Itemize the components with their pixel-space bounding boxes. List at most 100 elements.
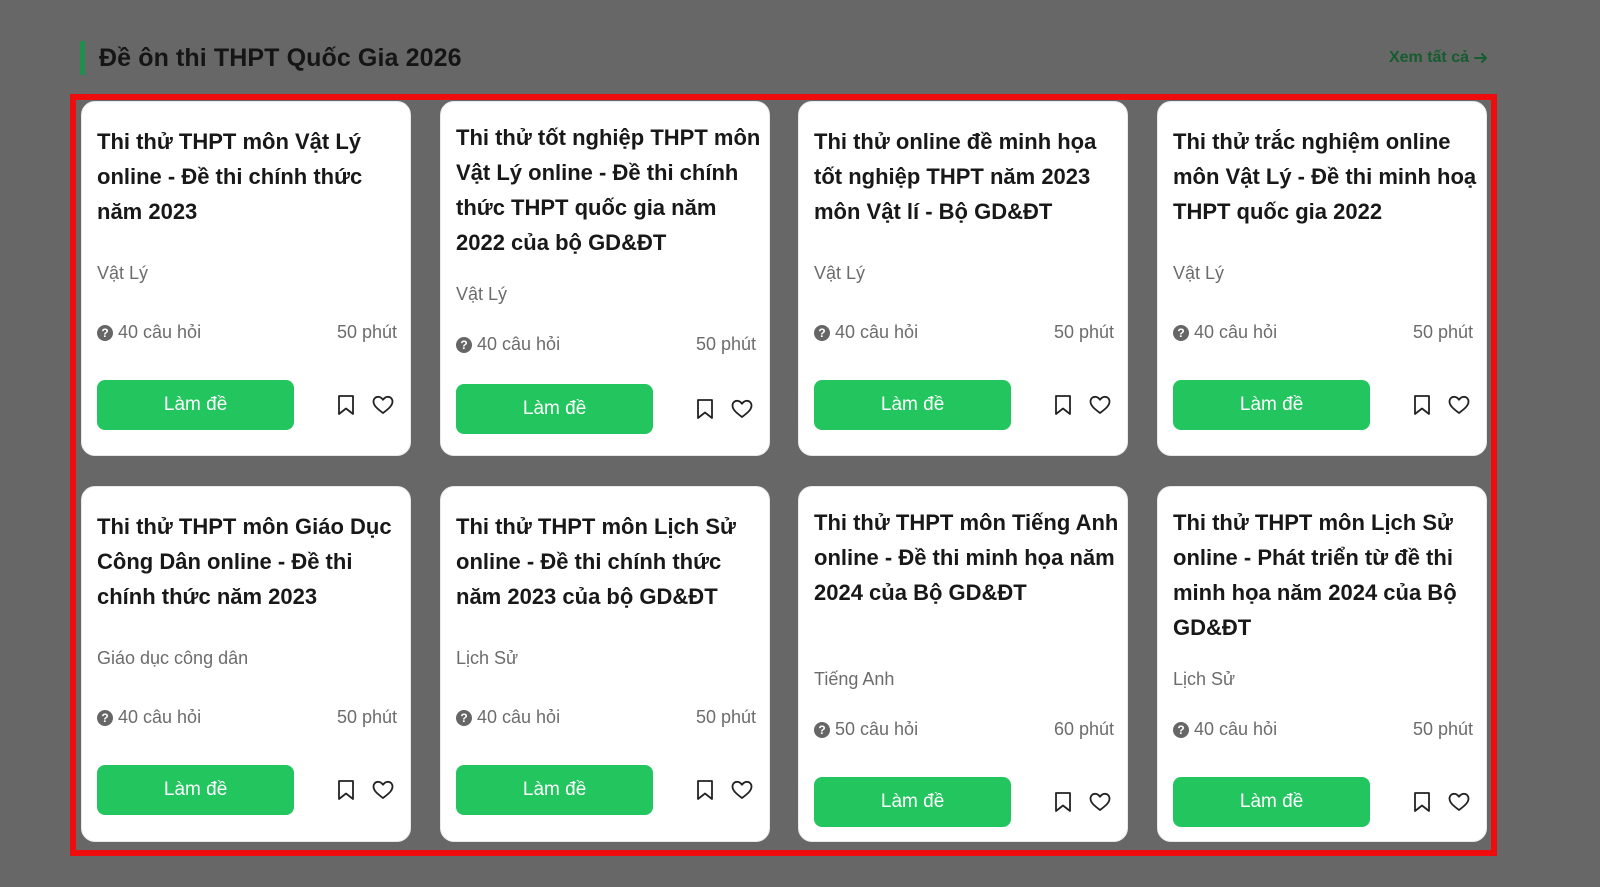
- card-title: Thi thử THPT môn Lịch Sử online - Đề thi…: [456, 514, 736, 609]
- section-title: Đề ôn thi THPT Quốc Gia 2026: [99, 43, 462, 72]
- do-exam-button[interactable]: Làm đề: [1173, 380, 1371, 430]
- question-count: ? 40 câu hỏi: [1173, 322, 1277, 343]
- do-exam-button[interactable]: Làm đề: [814, 380, 1012, 430]
- view-all-link[interactable]: Xem tất cả: [1389, 49, 1488, 67]
- heart-icon[interactable]: [1086, 391, 1114, 419]
- question-count: ? 40 câu hỏi: [456, 334, 560, 355]
- card-actions: Làm đề: [814, 777, 1114, 827]
- duration: 50 phút: [336, 322, 397, 342]
- question-count-text: 40 câu hỏi: [1194, 322, 1278, 342]
- accent-bar: [80, 41, 85, 75]
- card-meta: ? 40 câu hỏi 50 phút: [1173, 322, 1473, 343]
- question-circle-icon: ?: [814, 324, 830, 341]
- view-all-label: Xem tất cả: [1388, 49, 1469, 66]
- question-count-text: 50 câu hỏi: [835, 719, 919, 739]
- duration: 50 phút: [1412, 719, 1473, 739]
- question-circle-icon: ?: [456, 336, 472, 353]
- question-count-text: 40 câu hỏi: [835, 322, 919, 342]
- card-subject: Vật Lý: [456, 284, 508, 304]
- bookmark-icon[interactable]: [332, 391, 360, 419]
- card-meta: ? 40 câu hỏi 50 phút: [97, 707, 397, 728]
- card-actions: Làm đề: [456, 765, 756, 815]
- bookmark-icon[interactable]: [332, 776, 360, 804]
- card-subject: Vật Lý: [97, 263, 149, 283]
- question-circle-icon: ?: [1173, 324, 1189, 341]
- card-title: Thi thử THPT môn Tiếng Anh online - Đề t…: [814, 510, 1119, 605]
- exam-card: Thi thử THPT môn Lịch Sử online - Đề thi…: [440, 486, 770, 842]
- section-header: Đề ôn thi THPT Quốc Gia 2026 Xem tất cả: [80, 38, 1488, 78]
- exam-card: Thi thử THPT môn Giáo Dục Công Dân onlin…: [81, 486, 411, 842]
- exam-card: Thi thử trắc nghiệm online môn Vật Lý - …: [1157, 101, 1487, 456]
- card-subject: Giáo dục công dân: [97, 648, 249, 668]
- card-meta: ? 50 câu hỏi 60 phút: [814, 719, 1114, 740]
- duration: 50 phút: [1053, 322, 1114, 342]
- bookmark-icon[interactable]: [1049, 788, 1077, 816]
- question-circle-icon: ?: [97, 324, 113, 341]
- card-meta: ? 40 câu hỏi 50 phút: [97, 322, 397, 343]
- question-circle-icon: ?: [814, 721, 830, 738]
- exam-card: Thi thử THPT môn Lịch Sử online - Phát t…: [1157, 486, 1487, 842]
- question-count: ? 40 câu hỏi: [97, 322, 201, 343]
- question-count-text: 40 câu hỏi: [118, 707, 202, 727]
- card-title: Thi thử tốt nghiệp THPT môn Vật Lý onlin…: [456, 125, 761, 255]
- do-exam-button[interactable]: Làm đề: [456, 384, 654, 434]
- exam-card: Thi thử tốt nghiệp THPT môn Vật Lý onlin…: [440, 101, 770, 456]
- question-circle-icon: ?: [456, 709, 472, 726]
- card-meta: ? 40 câu hỏi 50 phút: [1173, 719, 1473, 740]
- do-exam-button[interactable]: Làm đề: [456, 765, 654, 815]
- bookmark-icon[interactable]: [691, 776, 719, 804]
- card-actions: Làm đề: [97, 765, 397, 815]
- bookmark-icon[interactable]: [1408, 788, 1436, 816]
- heart-icon[interactable]: [1086, 788, 1114, 816]
- do-exam-button[interactable]: Làm đề: [97, 380, 295, 430]
- heart-icon[interactable]: [1445, 788, 1473, 816]
- card-title: Thi thử THPT môn Giáo Dục Công Dân onlin…: [97, 514, 392, 609]
- question-count: ? 40 câu hỏi: [814, 322, 918, 343]
- heart-icon[interactable]: [1445, 391, 1473, 419]
- duration: 50 phút: [336, 707, 397, 727]
- bookmark-icon[interactable]: [1408, 391, 1436, 419]
- section-title-wrap: Đề ôn thi THPT Quốc Gia 2026: [80, 41, 462, 75]
- heart-icon[interactable]: [728, 395, 756, 423]
- question-count-text: 40 câu hỏi: [1194, 719, 1278, 739]
- duration: 50 phút: [695, 334, 756, 354]
- question-count: ? 40 câu hỏi: [97, 707, 201, 728]
- card-subject: Lịch Sử: [1173, 669, 1236, 689]
- do-exam-button[interactable]: Làm đề: [97, 765, 295, 815]
- card-subject: Tiếng Anh: [814, 669, 895, 689]
- bookmark-icon[interactable]: [691, 395, 719, 423]
- card-title: Thi thử THPT môn Lịch Sử online - Phát t…: [1173, 510, 1457, 640]
- card-title: Thi thử THPT môn Vật Lý online - Đề thi …: [97, 129, 363, 224]
- card-actions: Làm đề: [456, 384, 756, 434]
- card-subject: Vật Lý: [814, 263, 866, 283]
- exam-card: Thi thử THPT môn Tiếng Anh online - Đề t…: [798, 486, 1128, 842]
- card-actions: Làm đề: [1173, 380, 1473, 430]
- card-title: Thi thử trắc nghiệm online môn Vật Lý - …: [1173, 129, 1477, 224]
- card-actions: Làm đề: [97, 380, 397, 430]
- duration: 60 phút: [1053, 719, 1114, 739]
- card-meta: ? 40 câu hỏi 50 phút: [456, 334, 756, 355]
- do-exam-button[interactable]: Làm đề: [1173, 777, 1371, 827]
- card-meta: ? 40 câu hỏi 50 phút: [456, 707, 756, 728]
- question-count: ? 40 câu hỏi: [456, 707, 560, 728]
- card-actions: Làm đề: [1173, 777, 1473, 827]
- duration: 50 phút: [695, 707, 756, 727]
- question-count-text: 40 câu hỏi: [477, 334, 561, 354]
- heart-icon[interactable]: [369, 391, 397, 419]
- heart-icon[interactable]: [728, 776, 756, 804]
- bookmark-icon[interactable]: [1049, 391, 1077, 419]
- heart-icon[interactable]: [369, 776, 397, 804]
- question-circle-icon: ?: [97, 709, 113, 726]
- exam-card: Thi thử online đề minh họa tốt nghiệp TH…: [798, 101, 1128, 456]
- question-count-text: 40 câu hỏi: [477, 707, 561, 727]
- card-subject: Vật Lý: [1173, 263, 1225, 283]
- do-exam-button[interactable]: Làm đề: [814, 777, 1012, 827]
- arrow-right-icon: [1474, 53, 1487, 63]
- card-subject: Lịch Sử: [456, 648, 519, 668]
- duration: 50 phút: [1412, 322, 1473, 342]
- page: Đề ôn thi THPT Quốc Gia 2026 Xem tất cả …: [0, 0, 1600, 887]
- question-count-text: 40 câu hỏi: [118, 322, 202, 342]
- exam-card: Thi thử THPT môn Vật Lý online - Đề thi …: [81, 101, 411, 456]
- question-circle-icon: ?: [1173, 721, 1189, 738]
- card-actions: Làm đề: [814, 380, 1114, 430]
